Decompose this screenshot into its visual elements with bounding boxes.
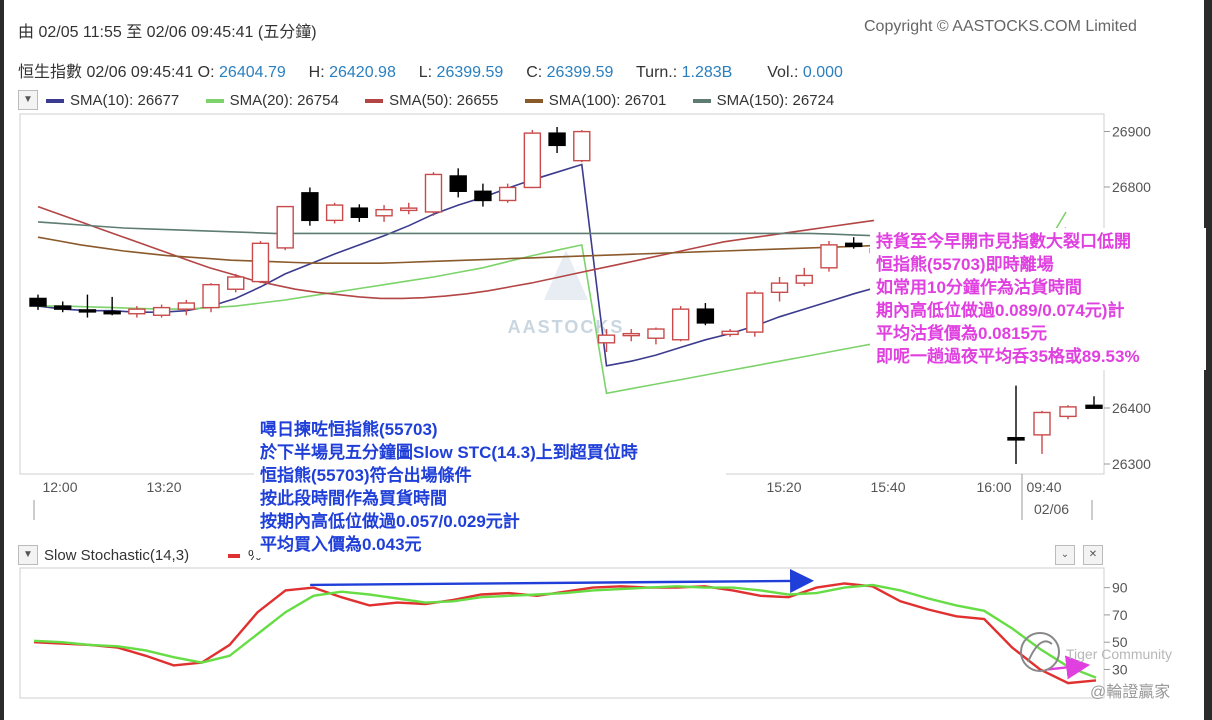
candle-body bbox=[523, 132, 542, 189]
annotation-sell-line: 平均沽貨價為0.0815元 bbox=[876, 324, 1047, 343]
candle-body bbox=[573, 130, 591, 162]
stoch-y-tick-label: 70 bbox=[1112, 607, 1128, 623]
stoch-y-tick-label: 30 bbox=[1112, 661, 1128, 677]
annotation-buy-line: 於下半場見五分鐘圖Slow STC(14.3)上到超買位時 bbox=[260, 443, 638, 462]
y-tick-label: 26800 bbox=[1112, 179, 1151, 195]
candle-body bbox=[1085, 404, 1103, 409]
annotation-sell-line: 持貨至今早開市見指數大裂口低開 bbox=[876, 232, 1131, 251]
candle-body bbox=[227, 276, 245, 290]
y-tick-label: 26900 bbox=[1112, 124, 1151, 140]
candle-body bbox=[325, 204, 344, 222]
y-tick-label: 26300 bbox=[1112, 456, 1151, 472]
sma-line-sma150 bbox=[37, 221, 875, 237]
candle-body bbox=[647, 328, 665, 339]
candle-body bbox=[622, 332, 640, 337]
annotation-arrow bbox=[310, 568, 815, 593]
sma-line-sma100 bbox=[37, 236, 875, 264]
candle-body bbox=[78, 309, 97, 313]
stoch-menu-dropdown[interactable]: ▼ bbox=[18, 545, 38, 565]
candle-body bbox=[597, 334, 616, 344]
candle-body bbox=[128, 308, 146, 315]
annotation-buy-line: 平均買入價為0.043元 bbox=[260, 535, 422, 554]
candle-body bbox=[251, 242, 270, 283]
y-tick-label: 26400 bbox=[1112, 400, 1151, 416]
candle-body bbox=[276, 205, 294, 249]
x-tick-label: 16:00 bbox=[976, 479, 1011, 495]
x-tick-label: 12:00 bbox=[42, 479, 77, 495]
x-tick-label: 09:40 bbox=[1026, 479, 1061, 495]
annotation-buy-line: 恒指熊(55703)符合出場條件 bbox=[260, 466, 472, 485]
candle-body bbox=[375, 208, 393, 217]
candle-body bbox=[103, 310, 121, 315]
x-tick-label: 15:40 bbox=[870, 479, 905, 495]
candle-body bbox=[400, 207, 418, 212]
author-watermark: @輪證贏家 bbox=[1090, 683, 1170, 701]
candle-body bbox=[301, 192, 319, 222]
candle-body bbox=[350, 207, 369, 219]
stoch-label: Slow Stochastic(14,3) bbox=[44, 547, 190, 564]
collapse-panel-button[interactable]: ⌄ bbox=[1055, 545, 1075, 565]
annotation-buy-line: 噚日揀咗恒指熊(55703) bbox=[260, 420, 438, 439]
candle-body bbox=[152, 306, 171, 316]
candle-body bbox=[449, 175, 467, 192]
stoch-y-tick-label: 90 bbox=[1112, 580, 1128, 596]
annotation-sell: 持貨至今早開市見指數大裂口低開 恒指熊(55703)即時離場 如常用10分鐘作為… bbox=[870, 228, 1206, 370]
candle-body bbox=[424, 173, 443, 213]
tiger-watermark: Tiger Community bbox=[1066, 646, 1172, 662]
annotation-sell-line: 即呢一趟過夜平均呑35格或89.53% bbox=[876, 347, 1140, 366]
stoch-panel-frame bbox=[19, 567, 1105, 699]
candle-body bbox=[844, 242, 863, 248]
candle-body bbox=[1059, 406, 1077, 418]
chart-window: 由 02/05 11:55 至 02/06 09:45:41 (五分鐘) Cop… bbox=[4, 0, 1206, 720]
annotation-buy-line: 按期內高低位做過0.057/0.029元計 bbox=[260, 512, 520, 531]
candle-body bbox=[746, 292, 764, 333]
annotation-buy: 噚日揀咗恒指熊(55703) 於下半場見五分鐘圖Slow STC(14.3)上到… bbox=[254, 416, 726, 558]
candle-body bbox=[795, 274, 813, 284]
sma-line-sma50 bbox=[37, 205, 875, 300]
annotation-sell-line: 恒指熊(55703)即時離場 bbox=[876, 255, 1054, 274]
candle-body bbox=[721, 330, 739, 336]
candle-body bbox=[54, 305, 72, 310]
candle-body bbox=[548, 132, 566, 147]
close-panel-button[interactable]: ✕ bbox=[1083, 545, 1103, 565]
candle-body bbox=[671, 308, 690, 341]
x-tick-label: 13:20 bbox=[146, 479, 181, 495]
candle-body bbox=[1033, 411, 1051, 436]
annotation-buy-line: 按此段時間作為買貨時間 bbox=[260, 489, 447, 508]
candle-body bbox=[696, 308, 715, 324]
candle-body bbox=[474, 190, 492, 202]
candle-body bbox=[202, 283, 220, 309]
date-label: 02/06 bbox=[1034, 501, 1069, 517]
annotation-sell-line: 期內高低位做過0.089/0.074元)計 bbox=[876, 301, 1125, 320]
candle-body bbox=[29, 297, 47, 307]
candle-body bbox=[1007, 436, 1025, 441]
candle-body bbox=[177, 302, 196, 310]
candle-body bbox=[820, 244, 838, 269]
candle-body bbox=[498, 186, 517, 202]
stoch-line-pct-k bbox=[33, 582, 1097, 685]
tiger-logo-icon bbox=[1020, 632, 1060, 672]
candle-body bbox=[770, 282, 789, 294]
x-tick-label: 15:20 bbox=[766, 479, 801, 495]
annotation-sell-line: 如常用10分鐘作為沽貨時間 bbox=[876, 278, 1082, 297]
